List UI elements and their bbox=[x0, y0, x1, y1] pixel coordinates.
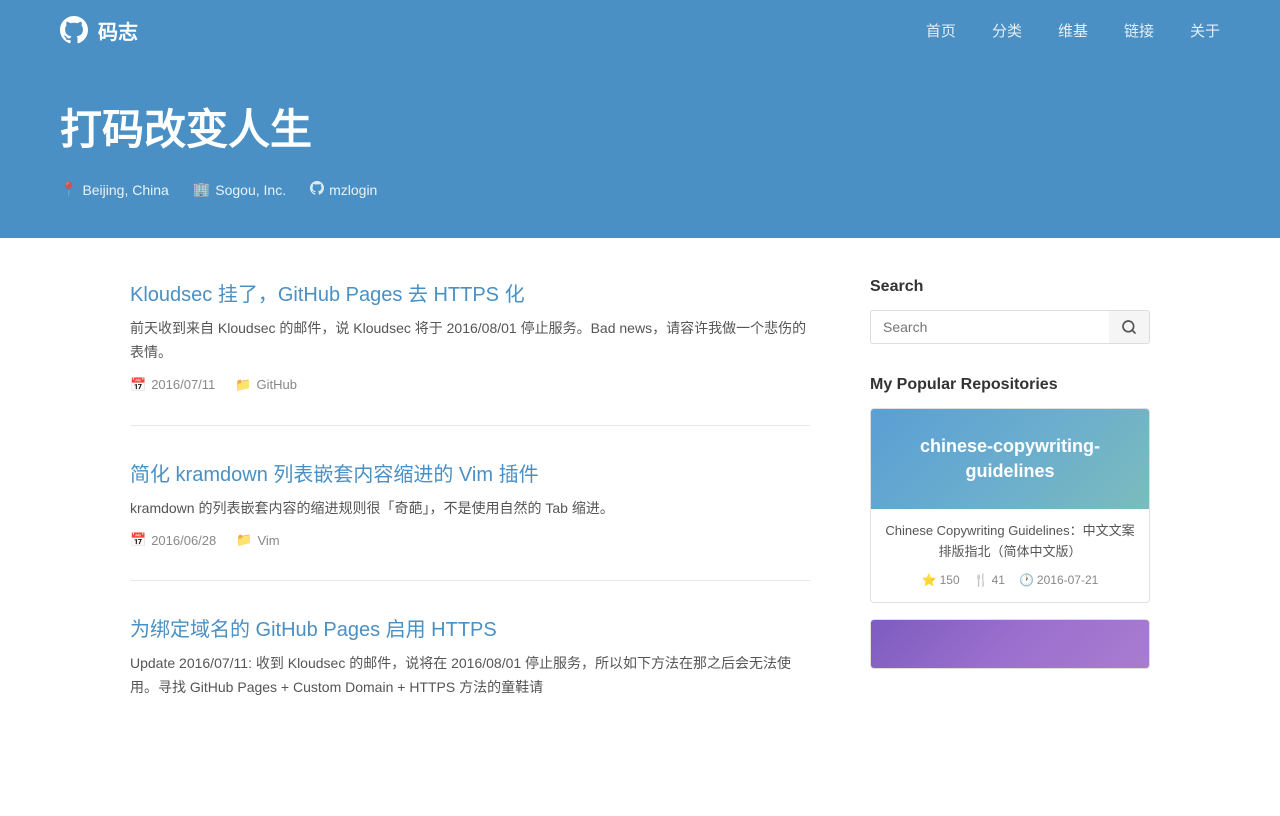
post-date-item: 📅 2016/06/28 bbox=[130, 532, 216, 548]
repo-description: Chinese Copywriting Guidelines：中文文案排版指北（… bbox=[885, 521, 1135, 563]
post-title[interactable]: 为绑定域名的 GitHub Pages 启用 HTTPS bbox=[130, 613, 810, 642]
post-meta: 📅 2016/06/28 📁 Vim bbox=[130, 532, 810, 548]
repo-stars: ⭐ 150 bbox=[922, 571, 960, 590]
search-icon bbox=[1121, 319, 1137, 335]
location-icon: 📍 bbox=[60, 181, 77, 198]
sidebar: Search My Popular Repositories bbox=[870, 278, 1150, 701]
search-section-title: Search bbox=[870, 278, 1150, 296]
post-category-item: 📁 Vim bbox=[236, 532, 279, 548]
fork-icon: 🍴 bbox=[974, 571, 989, 590]
nav-wiki[interactable]: 维基 bbox=[1058, 20, 1088, 41]
folder-icon: 📁 bbox=[235, 377, 251, 393]
post-item: 简化 kramdown 列表嵌套内容缩进的 Vim 插件 kramdown 的列… bbox=[130, 458, 810, 582]
repo-stats: ⭐ 150 🍴 41 🕐 2016-07-21 bbox=[885, 571, 1135, 590]
site-header: 码志 首页 分类 维基 链接 关于 打码改变人生 📍 Beijing, Chin… bbox=[0, 0, 1280, 238]
hero-content: 打码改变人生 📍 Beijing, China 🏢 Sogou, Inc. mz… bbox=[60, 60, 1220, 238]
post-date-item: 📅 2016/07/11 bbox=[130, 377, 215, 393]
clock-icon: 🕐 bbox=[1019, 571, 1034, 590]
stars-count: 150 bbox=[940, 571, 960, 590]
repo-info: Chinese Copywriting Guidelines：中文文案排版指北（… bbox=[871, 509, 1149, 602]
company-icon: 🏢 bbox=[193, 181, 210, 198]
site-name: 码志 bbox=[98, 16, 138, 45]
hero-location: 📍 Beijing, China bbox=[60, 181, 169, 198]
post-date: 2016/06/28 bbox=[151, 533, 216, 548]
site-logo[interactable]: 码志 bbox=[60, 16, 138, 45]
github-meta-icon bbox=[310, 181, 324, 198]
sidebar-repos-section: My Popular Repositories chinese-copywrit… bbox=[870, 376, 1150, 669]
repo-card: chinese-copywriting-guidelines Chinese C… bbox=[870, 408, 1150, 603]
post-title[interactable]: Kloudsec 挂了，GitHub Pages 去 HTTPS 化 bbox=[130, 278, 810, 307]
calendar-icon: 📅 bbox=[130, 532, 146, 548]
posts-list: Kloudsec 挂了，GitHub Pages 去 HTTPS 化 前天收到来… bbox=[130, 278, 810, 776]
post-item: Kloudsec 挂了，GitHub Pages 去 HTTPS 化 前天收到来… bbox=[130, 278, 810, 426]
repo-date: 🕐 2016-07-21 bbox=[1019, 571, 1098, 590]
hero-company-text: Sogou, Inc. bbox=[215, 182, 286, 198]
hero-github-text: mzlogin bbox=[329, 182, 377, 198]
star-icon: ⭐ bbox=[922, 571, 937, 590]
post-meta: 📅 2016/07/11 📁 GitHub bbox=[130, 377, 810, 393]
sidebar-search-section: Search bbox=[870, 278, 1150, 344]
hero-title: 打码改变人生 bbox=[60, 96, 1220, 157]
search-input[interactable] bbox=[870, 310, 1109, 344]
hero-meta: 📍 Beijing, China 🏢 Sogou, Inc. mzlogin bbox=[60, 181, 1220, 198]
repo-banner-text: chinese-copywriting-guidelines bbox=[883, 434, 1137, 484]
post-date: 2016/07/11 bbox=[151, 377, 215, 392]
post-excerpt: Update 2016/07/11: 收到 Kloudsec 的邮件，说将在 2… bbox=[130, 652, 810, 700]
repos-section-title: My Popular Repositories bbox=[870, 376, 1150, 394]
main-wrapper: Kloudsec 挂了，GitHub Pages 去 HTTPS 化 前天收到来… bbox=[0, 238, 1280, 816]
search-button[interactable] bbox=[1109, 310, 1150, 344]
calendar-icon: 📅 bbox=[130, 377, 146, 393]
hero-company: 🏢 Sogou, Inc. bbox=[193, 181, 286, 198]
post-excerpt: 前天收到来自 Kloudsec 的邮件，说 Kloudsec 将于 2016/0… bbox=[130, 317, 810, 365]
post-item: 为绑定域名的 GitHub Pages 启用 HTTPS Update 2016… bbox=[130, 613, 810, 744]
hero-location-text: Beijing, China bbox=[82, 182, 168, 198]
repo-update-date: 2016-07-21 bbox=[1037, 571, 1098, 590]
post-category: Vim bbox=[257, 533, 279, 548]
repo-banner-2 bbox=[871, 620, 1149, 669]
main-inner: Kloudsec 挂了，GitHub Pages 去 HTTPS 化 前天收到来… bbox=[70, 238, 1210, 816]
folder-icon: 📁 bbox=[236, 532, 252, 548]
github-logo-icon bbox=[60, 16, 88, 44]
nav-links: 首页 分类 维基 链接 关于 bbox=[926, 20, 1220, 41]
nav-home[interactable]: 首页 bbox=[926, 20, 956, 41]
hero-github: mzlogin bbox=[310, 181, 377, 198]
search-box bbox=[870, 310, 1150, 344]
post-excerpt: kramdown 的列表嵌套内容的缩进规则很「奇葩」，不是使用自然的 Tab 缩… bbox=[130, 497, 810, 521]
nav-categories[interactable]: 分类 bbox=[992, 20, 1022, 41]
repo-banner: chinese-copywriting-guidelines bbox=[871, 409, 1149, 509]
post-title[interactable]: 简化 kramdown 列表嵌套内容缩进的 Vim 插件 bbox=[130, 458, 810, 487]
nav-links-item[interactable]: 链接 bbox=[1124, 20, 1154, 41]
post-category: GitHub bbox=[256, 377, 296, 392]
repo-forks: 🍴 41 bbox=[974, 571, 1005, 590]
forks-count: 41 bbox=[992, 571, 1005, 590]
post-category-item: 📁 GitHub bbox=[235, 377, 297, 393]
repo-card bbox=[870, 619, 1150, 669]
nav-about[interactable]: 关于 bbox=[1190, 20, 1220, 41]
nav-bar: 码志 首页 分类 维基 链接 关于 bbox=[60, 0, 1220, 60]
